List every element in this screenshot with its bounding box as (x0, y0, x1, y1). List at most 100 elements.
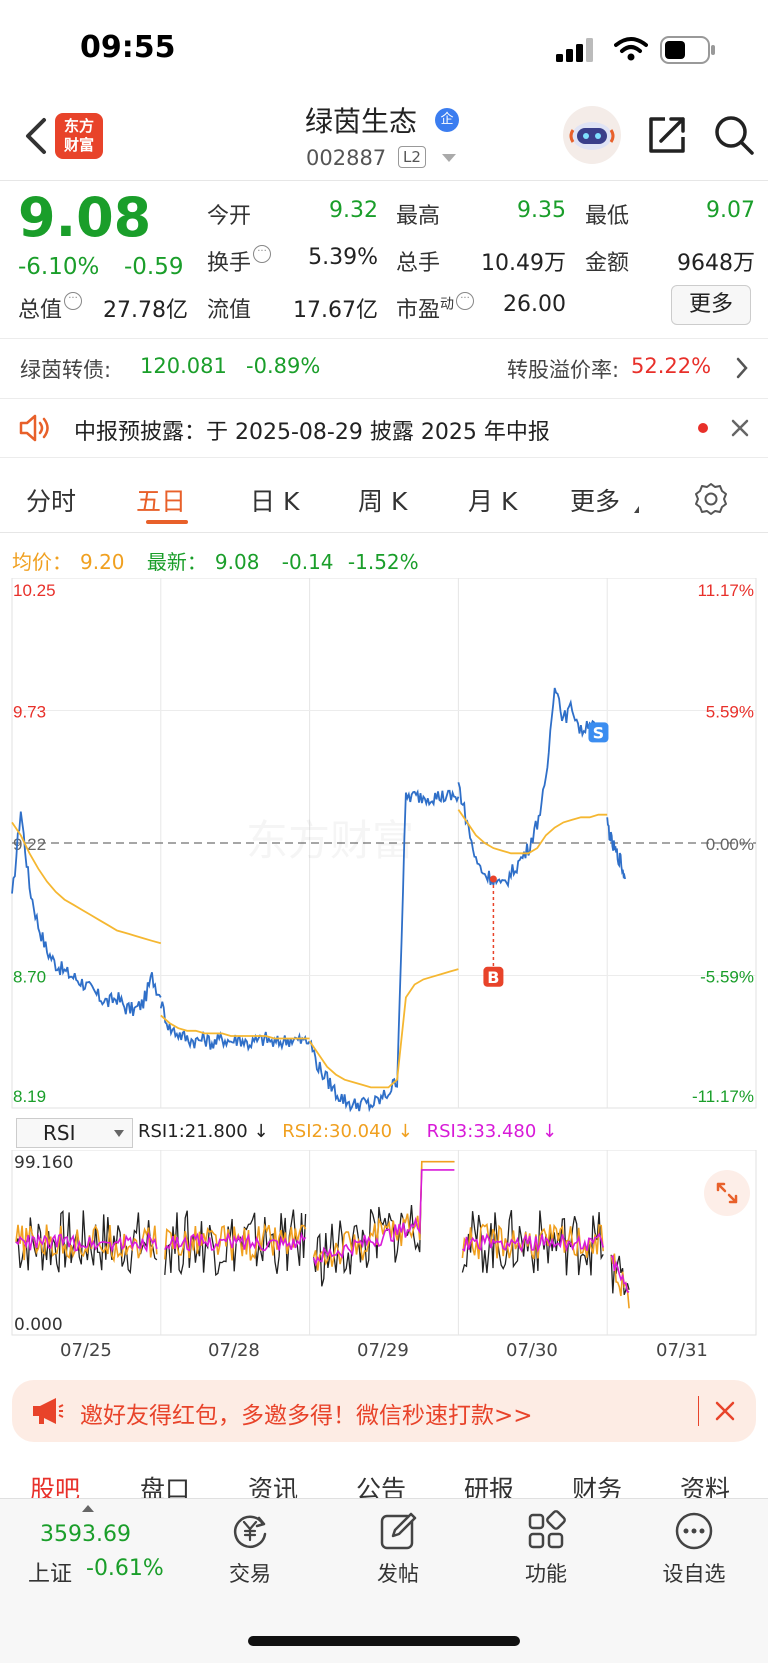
battery-icon (660, 36, 715, 64)
app-logo: 东方 财富 (55, 113, 103, 159)
marker-label: S (593, 723, 605, 742)
date-label: 07/31 (656, 1340, 708, 1361)
tab-daily-k[interactable]: 日 K (250, 482, 299, 518)
open-label: 今开 (207, 204, 252, 229)
tab-more[interactable]: 更多 (570, 482, 620, 518)
chevron-down-icon[interactable] (442, 154, 456, 162)
price-line (457, 687, 609, 889)
info-icon[interactable]: ··· (253, 245, 272, 263)
home-indicator (248, 1636, 520, 1646)
rsi1-line (461, 1209, 604, 1276)
tab-weekly-k[interactable]: 周 K (358, 482, 407, 518)
latest-change: -0.14 (281, 550, 334, 574)
triangle-up-icon[interactable] (82, 1505, 94, 1512)
divider (0, 180, 768, 181)
bond-change: -0.89% (246, 354, 321, 378)
nav-functions[interactable]: 功能 (501, 1558, 591, 1588)
rsi-axis-bottom: 0.000 (14, 1315, 63, 1335)
avg-price-label: 均价： 9.20 (12, 550, 125, 574)
grid-icon[interactable] (525, 1510, 567, 1552)
rsi3-line (461, 1232, 604, 1254)
price-line (159, 1001, 311, 1052)
close-icon[interactable] (730, 418, 750, 438)
index-change[interactable]: -0.61% (86, 1556, 164, 1581)
date-label: 07/28 (208, 1340, 260, 1361)
pe-label[interactable]: 市盈动 ··· (396, 292, 475, 324)
megaphone-icon (33, 1398, 64, 1424)
logo-text-bottom: 财富 (63, 136, 94, 154)
marker-label: B (487, 968, 499, 987)
change-percent: -6.10% (18, 254, 100, 280)
status-time: 09:55 (80, 30, 176, 65)
invite-text[interactable]: 邀好友得红包，多邀多得！微信秒速打款>> (80, 1396, 533, 1430)
avg-price-line (308, 968, 459, 1089)
more-dots-icon[interactable] (673, 1510, 715, 1552)
volume-value: 10.49万 (481, 251, 566, 276)
market-cap-value: 27.78亿 (103, 298, 188, 323)
divider (0, 338, 768, 339)
chevron-down-icon[interactable] (114, 1130, 124, 1137)
expand-icon (716, 1182, 738, 1204)
yuan-refresh-icon[interactable] (229, 1510, 271, 1552)
rsi-chart[interactable]: 99.160 0.000 (0, 1150, 768, 1340)
edit-icon[interactable] (377, 1510, 419, 1552)
latest-price-label: 最新： 9.08 (146, 550, 260, 574)
price-axis-label: 8.70 (13, 968, 46, 987)
turnover-value: 5.39% (308, 245, 378, 270)
bond-label[interactable]: 绿茵转债: (20, 354, 111, 384)
index-name[interactable]: 上证 (28, 1556, 72, 1588)
amount-label: 金额 (585, 251, 630, 276)
triangle-icon (634, 506, 639, 513)
volume-label: 总手 (396, 251, 441, 276)
turnover-label[interactable]: 换手 ··· (207, 245, 272, 277)
high-value: 9.35 (517, 198, 566, 223)
more-button[interactable]: 更多 (671, 285, 751, 325)
percent-axis-label: 5.59% (706, 703, 754, 722)
logo-text-top: 东方 (63, 117, 94, 135)
rsi2-value: RSI2:30.040 ↓ (282, 1121, 413, 1142)
level2-badge: L2 (398, 146, 426, 168)
low-label: 最低 (585, 204, 630, 229)
unread-dot (698, 423, 708, 433)
premium-value: 52.22% (631, 354, 712, 378)
date-label: 07/25 (60, 1340, 112, 1361)
tab-five-day[interactable]: 五日 (136, 482, 186, 518)
pe-value: 26.00 (503, 292, 566, 317)
stock-code: 002887 (306, 146, 387, 170)
rsi3-value: RSI3:33.480 ↓ (426, 1121, 558, 1142)
rsi1-value: RSI1:21.800 ↓ (138, 1121, 269, 1142)
info-icon[interactable]: ··· (64, 292, 83, 310)
nav-post[interactable]: 发帖 (353, 1558, 443, 1588)
stock-name[interactable]: 绿茵生态 (305, 100, 417, 140)
pe-superscript: 动 (440, 296, 455, 313)
percent-axis-label: -11.17% (692, 1087, 754, 1106)
market-cap-label[interactable]: 总值 ··· (18, 292, 83, 324)
tab-intraday[interactable]: 分时 (26, 482, 76, 518)
percent-axis-label: 0.00% (706, 835, 754, 854)
divider (698, 1396, 699, 1426)
close-icon[interactable] (714, 1400, 736, 1422)
gear-icon[interactable] (694, 482, 728, 516)
divider (0, 532, 768, 533)
chevron-right-icon[interactable] (734, 356, 750, 380)
tab-monthly-k[interactable]: 月 K (468, 482, 517, 518)
active-tab-indicator (146, 520, 188, 524)
percent-axis-label: 11.17% (698, 581, 754, 600)
share-icon[interactable] (645, 113, 689, 157)
speaker-icon (19, 414, 49, 442)
rsi1-line (312, 1161, 455, 1287)
back-icon[interactable] (18, 112, 54, 160)
announcement-text[interactable]: 中报预披露：于 2025-08-29 披露 2025 年中报 (74, 414, 550, 446)
five-day-price-chart[interactable]: 10.259.739.228.708.1911.17%5.59%0.00%-5.… (0, 578, 768, 1118)
price-axis-label: 10.25 (13, 581, 56, 600)
latest-change-pct: -1.52% (347, 550, 419, 574)
robot-avatar-icon[interactable] (563, 106, 621, 164)
info-icon[interactable]: ··· (456, 292, 475, 310)
nav-add-watchlist[interactable]: 设自选 (649, 1558, 739, 1588)
index-value[interactable]: 3593.69 (40, 1522, 131, 1547)
search-icon[interactable] (712, 113, 756, 157)
expand-button[interactable] (704, 1170, 750, 1216)
nav-trade[interactable]: 交易 (205, 1558, 295, 1588)
bond-price: 120.081 (140, 354, 227, 378)
amount-value: 9648万 (677, 251, 755, 276)
